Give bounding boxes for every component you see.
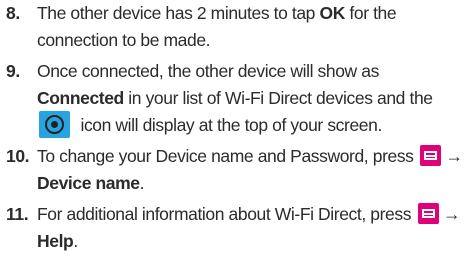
step-text: To change your Device name and Password,… bbox=[37, 146, 418, 166]
step-11: 11. For additional information about Wi-… bbox=[6, 201, 464, 255]
ok-label: OK bbox=[319, 3, 345, 23]
instruction-list: 8. The other device has 2 minutes to tap… bbox=[0, 0, 468, 268]
step-text: . bbox=[73, 231, 78, 251]
step-number: 10. bbox=[6, 146, 30, 166]
step-text: For additional information about Wi-Fi D… bbox=[37, 204, 416, 224]
wifi-direct-icon bbox=[39, 110, 70, 138]
menu-icon bbox=[420, 144, 441, 166]
step-8: 8. The other device has 2 minutes to tap… bbox=[6, 0, 464, 54]
menu-icon bbox=[417, 202, 439, 224]
step-text: The other device has 2 minutes to tap bbox=[37, 3, 320, 23]
step-9: 9. Once connected, the other device will… bbox=[6, 58, 464, 139]
step-text: in your list of Wi-Fi Direct devices and… bbox=[123, 88, 433, 108]
step-number: 9. bbox=[6, 61, 20, 81]
step-number: 8. bbox=[6, 3, 20, 23]
step-text: . bbox=[139, 173, 145, 193]
step-number: 11. bbox=[6, 204, 29, 224]
step-10: 10. To change your Device name and Passw… bbox=[6, 143, 464, 197]
step-text: Once connected, the other device will sh… bbox=[37, 61, 379, 81]
connected-label: Connected bbox=[37, 88, 124, 108]
step-text: icon will display at the top of your scr… bbox=[76, 115, 382, 135]
